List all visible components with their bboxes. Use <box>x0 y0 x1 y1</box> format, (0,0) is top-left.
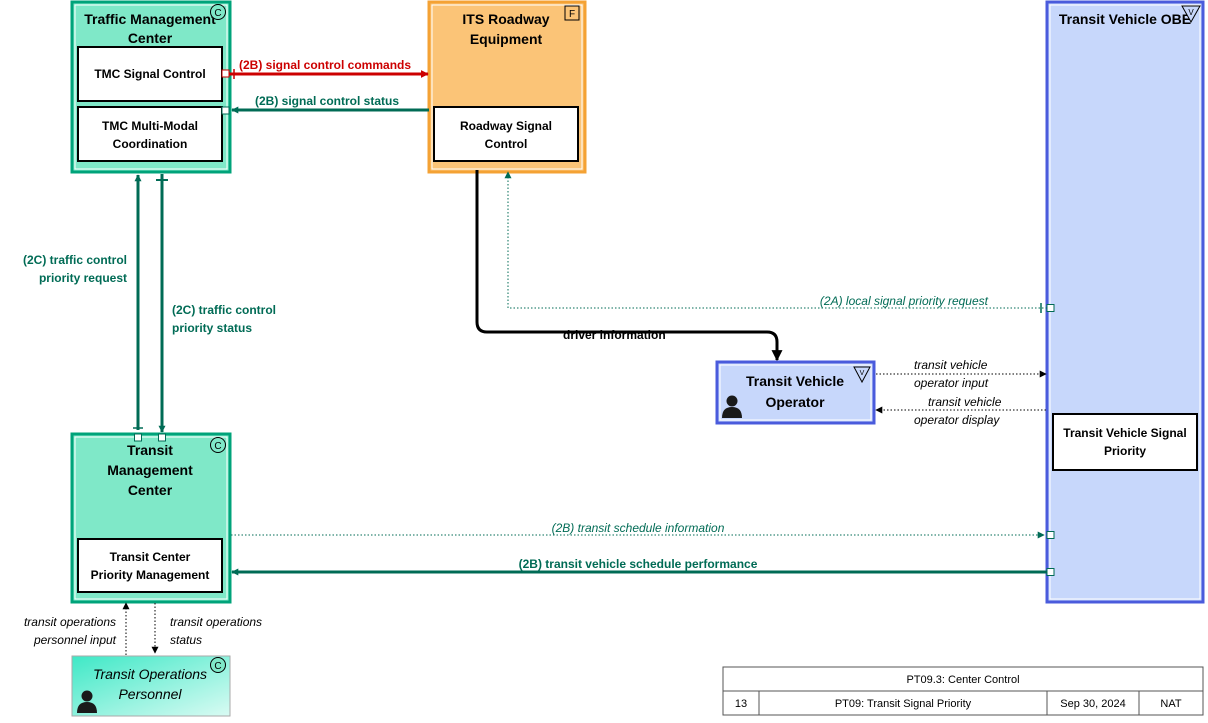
flow-label: driver information <box>563 328 666 342</box>
flow-port <box>1046 568 1055 576</box>
diagram-canvas: Traffic Management Center C TMC Signal C… <box>23 0 1205 717</box>
transit-vehicle-signal-priority[interactable]: Transit Vehicle Signal Priority <box>1052 413 1198 471</box>
transit-center-priority-label: Transit Center <box>110 550 191 564</box>
flow-transit-operations-personnel-input[interactable]: transit operations personnel input <box>24 602 130 655</box>
flow-transit-operations-status[interactable]: transit operations status <box>151 603 262 654</box>
flow-label: (2C) traffic control <box>172 303 276 317</box>
tmc-signal-control[interactable]: TMC Signal Control <box>77 46 223 102</box>
flow-port <box>158 433 166 442</box>
svg-text:V: V <box>1188 8 1194 17</box>
svg-text:C: C <box>214 8 221 19</box>
transit-mc-title-line2: Management <box>107 462 193 478</box>
flow-label: (2B) signal control commands <box>239 58 411 72</box>
flow-transit-vehicle-schedule-performance[interactable]: (2B) transit vehicle schedule performanc… <box>231 557 1055 576</box>
center-type-badge: C <box>210 657 226 673</box>
flow-label: (2B) signal control status <box>255 94 399 108</box>
tmc-multi-modal-label: TMC Multi-Modal <box>102 119 198 133</box>
tmc-multi-modal-coordination[interactable]: TMC Multi-Modal Coordination <box>77 106 223 162</box>
transit-mc-title-line3: Center <box>128 482 173 498</box>
title-block-title: PT09.3: Center Control <box>906 674 1019 686</box>
flow-transit-schedule-information[interactable]: (2B) transit schedule information <box>231 521 1055 539</box>
flow-transit-vehicle-operator-input[interactable]: transit vehicle operator input <box>876 358 1047 390</box>
flow-label: (2B) transit vehicle schedule performanc… <box>519 557 758 571</box>
transit-operations-personnel[interactable]: Transit Operations Personnel C <box>71 655 231 717</box>
center-type-badge: C <box>210 4 226 20</box>
tv-operator-label-line2: Operator <box>765 394 825 410</box>
flow-traffic-control-priority-request[interactable]: (2C) traffic control priority request <box>23 174 143 442</box>
transit-center-priority-management[interactable]: Transit Center Priority Management <box>77 538 223 593</box>
field-type-badge: F <box>564 5 580 21</box>
flow-label-line2: priority status <box>172 321 252 335</box>
tv-signal-priority-label-line2: Priority <box>1104 444 1146 458</box>
flow-signal-control-commands[interactable]: (2B) signal control commands <box>221 58 429 79</box>
transit-obe-title: Transit Vehicle OBE <box>1059 11 1191 27</box>
flow-label-line2: status <box>170 633 202 647</box>
svg-text:V: V <box>860 370 865 377</box>
tmc-title-line2: Center <box>128 30 173 46</box>
title-block-date: Sep 30, 2024 <box>1060 698 1125 710</box>
flow-label-line2: operator display <box>914 413 1000 427</box>
svg-text:C: C <box>214 661 221 672</box>
flow-label: (2A) local signal priority request <box>820 294 989 308</box>
center-type-badge: C <box>210 437 226 453</box>
title-block-scope: NAT <box>1160 698 1181 710</box>
transit-mc-title: Transit <box>127 442 173 458</box>
tv-operator-label: Transit Vehicle <box>746 373 844 389</box>
flow-driver-information[interactable]: driver information <box>475 170 783 362</box>
flow-port <box>1046 304 1055 312</box>
roadway-signal-control[interactable]: Roadway Signal Control <box>433 106 579 162</box>
flow-label: (2C) traffic control <box>23 253 127 267</box>
flow-port <box>134 433 142 442</box>
transit-center-priority-label-line2: Priority Management <box>91 568 210 582</box>
flow-label: transit operations <box>170 615 262 629</box>
title-block-number: 13 <box>735 698 747 710</box>
flow-label: transit vehicle <box>928 395 1002 409</box>
flow-label: transit vehicle <box>914 358 988 372</box>
svg-text:C: C <box>214 441 221 452</box>
flow-label: transit operations <box>24 615 116 629</box>
roadway-signal-control-label-line2: Control <box>485 137 528 151</box>
transit-ops-personnel-label-line2: Personnel <box>118 686 182 702</box>
flow-label: (2B) transit schedule information <box>552 521 725 535</box>
title-block-service: PT09: Transit Signal Priority <box>835 698 972 710</box>
title-block: PT09.3: Center Control 13 PT09: Transit … <box>722 666 1204 716</box>
tv-signal-priority-label: Transit Vehicle Signal <box>1063 426 1186 440</box>
flow-label-line2: operator input <box>914 376 989 390</box>
flow-label-line2: priority request <box>39 271 127 285</box>
flow-traffic-control-priority-status[interactable]: (2C) traffic control priority status <box>156 174 276 442</box>
transit-vehicle-operator[interactable]: Transit Vehicle Operator V <box>715 360 876 425</box>
transit-ops-personnel-label: Transit Operations <box>93 666 207 682</box>
flow-port <box>1046 531 1055 539</box>
svg-text:F: F <box>569 9 575 20</box>
tmc-multi-modal-label-line2: Coordination <box>113 137 188 151</box>
transit-vehicle-obe[interactable]: Transit Vehicle OBE V <box>1045 0 1205 604</box>
flow-port <box>221 69 230 78</box>
its-roadway-title: ITS Roadway <box>462 11 549 27</box>
its-roadway-title-line2: Equipment <box>470 31 543 47</box>
flow-port <box>221 106 230 115</box>
flow-label-line2: personnel input <box>33 633 117 647</box>
roadway-signal-control-label: Roadway Signal <box>460 119 552 133</box>
flow-local-signal-priority-request[interactable]: (2A) local signal priority request <box>504 171 1055 313</box>
flow-signal-control-status[interactable]: (2B) signal control status <box>221 94 429 115</box>
tmc-signal-control-label: TMC Signal Control <box>94 67 205 81</box>
tmc-title: Traffic Management <box>84 11 216 27</box>
flow-transit-vehicle-operator-display[interactable]: transit vehicle operator display <box>875 395 1046 427</box>
